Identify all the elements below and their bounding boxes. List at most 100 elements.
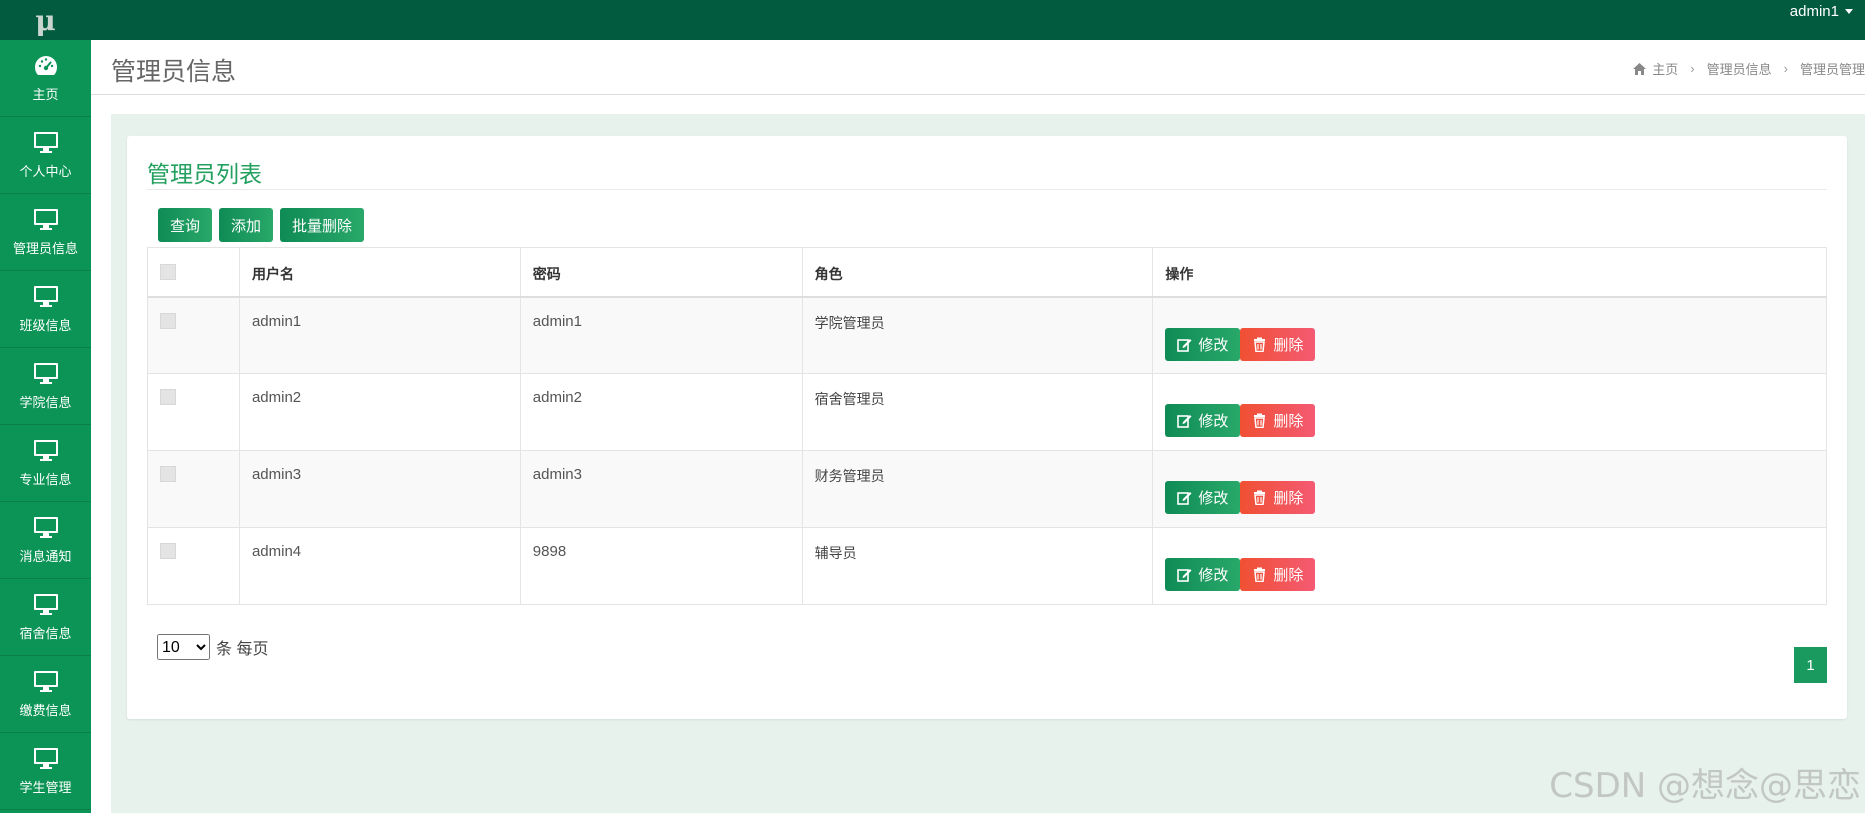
cell-actions: 修改 删除 (1152, 527, 1827, 605)
breadcrumb-current: 管理员管理 (1799, 62, 1865, 77)
chevron-right-icon: › (1783, 61, 1788, 76)
sidebar: 主页 个人中心 管理员信息 班级信息 学院信息 专业信息 消息通知 宿舍信息 缴… (0, 40, 91, 813)
page-size-select[interactable]: 10 (157, 634, 210, 660)
breadcrumb-admin-info[interactable]: 管理员信息 (1707, 59, 1772, 78)
sidebar-item-student-mgmt[interactable]: 学生管理 (0, 733, 91, 810)
monitor-icon (33, 362, 58, 384)
add-button[interactable]: 添加 (219, 208, 274, 242)
monitor-icon (33, 285, 58, 307)
row-checkbox[interactable] (160, 466, 176, 482)
row-select-cell (147, 527, 240, 605)
sidebar-item-class-info[interactable]: 班级信息 (0, 271, 91, 348)
edit-button[interactable]: 修改 (1165, 558, 1241, 591)
admin-list-card: 管理员列表 查询 添加 批量删除 用户名 密码 角色 操作 admin1 adm… (127, 136, 1847, 719)
breadcrumb: 主页 › 管理员信息 › 管理员管理 (1633, 59, 1865, 78)
home-icon (1633, 62, 1647, 75)
cell-role: 宿舍管理员 (801, 373, 1154, 451)
sidebar-item-label: 专业信息 (19, 471, 72, 487)
row-select-cell (147, 450, 240, 528)
sidebar-item-major-info[interactable]: 专业信息 (0, 425, 91, 502)
sidebar-item-label: 个人中心 (19, 163, 72, 179)
cell-username: admin4 (238, 527, 521, 605)
column-header-actions: 操作 (1152, 247, 1827, 298)
table-row: admin3 admin3 财务管理员 修改 删除 (147, 450, 1827, 528)
sidebar-item-college-info[interactable]: 学院信息 (0, 348, 91, 425)
column-header-role[interactable]: 角色 (801, 247, 1154, 298)
delete-label: 删除 (1273, 567, 1304, 584)
page-button-current[interactable]: 1 (1794, 647, 1827, 683)
delete-button[interactable]: 删除 (1240, 558, 1316, 591)
table-header-row: 用户名 密码 角色 操作 (147, 247, 1827, 298)
delete-button[interactable]: 删除 (1240, 481, 1316, 514)
dashboard-icon (34, 55, 57, 75)
sidebar-item-label: 主页 (32, 86, 59, 102)
page-header: 管理员信息 主页 › 管理员信息 › 管理员管理 (91, 40, 1865, 95)
row-select-cell (147, 373, 240, 451)
user-menu[interactable]: admin1 (1790, 3, 1853, 20)
sidebar-item-notifications[interactable]: 消息通知 (0, 502, 91, 579)
breadcrumb-home[interactable]: 主页 (1652, 59, 1678, 78)
cell-role: 财务管理员 (801, 450, 1154, 528)
top-bar: μ admin1 (0, 0, 1865, 40)
edit-icon (1177, 415, 1192, 428)
edit-icon (1177, 492, 1192, 505)
edit-label: 修改 (1198, 490, 1229, 507)
trash-icon (1254, 490, 1266, 505)
trash-icon (1254, 337, 1266, 352)
monitor-icon (33, 670, 58, 692)
trash-icon (1254, 567, 1266, 582)
monitor-icon (33, 747, 58, 769)
caret-down-icon (1845, 9, 1853, 14)
watermark: CSDN @想念@思恋 (1549, 766, 1861, 806)
sidebar-item-label: 学院信息 (19, 394, 72, 410)
monitor-icon (33, 131, 58, 153)
cell-role: 学院管理员 (801, 296, 1154, 374)
query-button[interactable]: 查询 (158, 208, 213, 242)
delete-button[interactable]: 删除 (1240, 404, 1316, 437)
cell-username: admin3 (238, 450, 521, 528)
monitor-icon (33, 516, 58, 538)
cell-role: 辅导员 (801, 527, 1154, 605)
edit-label: 修改 (1198, 567, 1229, 584)
delete-label: 删除 (1273, 336, 1304, 354)
monitor-icon (33, 439, 58, 461)
delete-label: 删除 (1273, 413, 1304, 430)
app-logo[interactable]: μ (0, 0, 91, 40)
card-title: 管理员列表 (147, 161, 262, 187)
cell-password: admin2 (519, 373, 803, 451)
sidebar-item-admin-info[interactable]: 管理员信息 (0, 194, 91, 271)
cell-actions: 修改 删除 (1152, 373, 1827, 451)
monitor-icon (33, 208, 58, 230)
sidebar-item-dorm-info[interactable]: 宿舍信息 (0, 579, 91, 656)
cell-actions: 修改 删除 (1152, 450, 1827, 528)
edit-button[interactable]: 修改 (1165, 327, 1241, 361)
delete-button[interactable]: 删除 (1240, 327, 1316, 361)
row-checkbox[interactable] (160, 312, 176, 329)
edit-button[interactable]: 修改 (1165, 481, 1241, 514)
row-checkbox[interactable] (160, 389, 176, 405)
edit-button[interactable]: 修改 (1165, 404, 1241, 437)
per-page-label: 条 每页 (216, 641, 269, 658)
divider (147, 189, 1827, 190)
sidebar-item-label: 学生管理 (19, 779, 72, 795)
select-all-checkbox[interactable] (160, 264, 176, 280)
page-title: 管理员信息 (111, 58, 237, 86)
table-row: admin4 9898 辅导员 修改 删除 (147, 527, 1827, 605)
cell-username: admin2 (238, 373, 521, 451)
user-name: admin1 (1789, 3, 1839, 20)
cell-actions: 修改 删除 (1152, 296, 1827, 374)
page-size-control: 10 条 每页 (157, 634, 268, 660)
sidebar-item-home[interactable]: 主页 (0, 40, 91, 117)
delete-label: 删除 (1273, 490, 1304, 507)
row-checkbox[interactable] (160, 543, 176, 559)
column-header-username[interactable]: 用户名 (238, 247, 521, 298)
content-area: 管理员列表 查询 添加 批量删除 用户名 密码 角色 操作 admin1 adm… (111, 114, 1865, 813)
edit-icon (1177, 569, 1192, 582)
column-header-password[interactable]: 密码 (519, 247, 803, 298)
batch-delete-button[interactable]: 批量删除 (280, 208, 365, 242)
sidebar-item-label: 班级信息 (19, 317, 72, 333)
select-all-cell (147, 247, 240, 298)
sidebar-item-personal-center[interactable]: 个人中心 (0, 117, 91, 194)
table-row: admin2 admin2 宿舍管理员 修改 删除 (147, 373, 1827, 451)
sidebar-item-payment-info[interactable]: 缴费信息 (0, 656, 91, 733)
